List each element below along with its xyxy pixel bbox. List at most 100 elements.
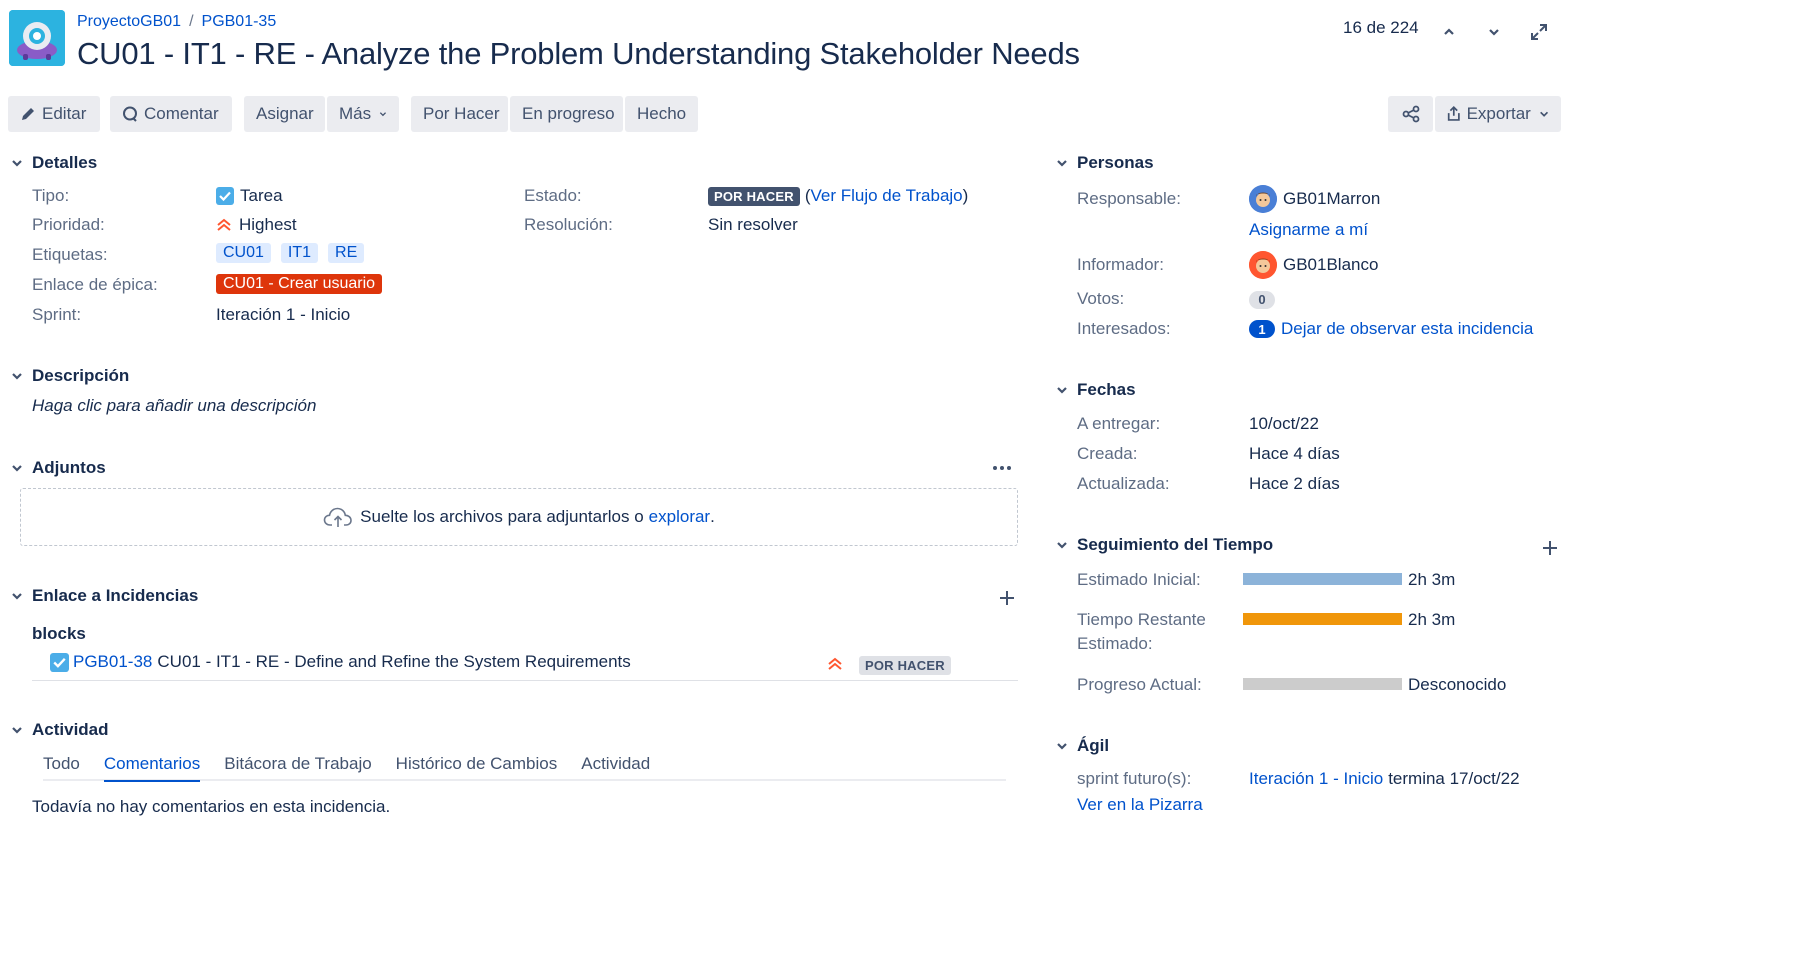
linked-issue-status: POR HACER (859, 655, 951, 675)
previous-issue-icon[interactable] (1435, 18, 1463, 46)
epic-link-value: CU01 - Crear usuario (216, 274, 383, 294)
reporter-value[interactable]: GB01Blanco (1249, 251, 1378, 279)
tab-all[interactable]: Todo (43, 754, 80, 782)
activity-heading: Actividad (32, 720, 109, 739)
log-work-add-icon[interactable] (1541, 539, 1559, 562)
in-progress-button[interactable]: En progreso (510, 96, 623, 132)
status-lozenge: POR HACER (708, 186, 800, 206)
attachment-dropzone[interactable]: Suelte los archivos para adjuntarlos o e… (20, 488, 1018, 546)
cloud-upload-icon (323, 507, 352, 527)
future-sprint-value: Iteración 1 - Inicio termina 17/oct/22 (1249, 769, 1520, 789)
breadcrumb-issue-link[interactable]: PGB01-35 (202, 13, 277, 31)
remaining-label-line-1: Tiempo Restante (1077, 610, 1206, 629)
future-sprints-label: sprint futuro(s): (1077, 769, 1192, 788)
sprint-link[interactable]: Iteración 1 - Inicio (1249, 769, 1383, 789)
edit-button[interactable]: Editar (8, 96, 100, 132)
activity-section-toggle[interactable]: Actividad (8, 720, 109, 740)
time-tracking-heading: Seguimiento del Tiempo (1077, 535, 1274, 554)
issue-links-section-toggle[interactable]: Enlace a Incidencias (8, 586, 198, 606)
status-label: Estado: (524, 186, 582, 205)
details-heading: Detalles (32, 153, 98, 172)
chevron-down-icon (8, 462, 26, 474)
tab-activity[interactable]: Actividad (581, 754, 650, 782)
link-divider (32, 680, 1018, 681)
issue-title[interactable]: CU01 - IT1 - RE - Analyze the Problem Un… (77, 36, 1080, 72)
created-label: Creada: (1077, 444, 1138, 463)
more-options-icon[interactable] (992, 458, 1012, 483)
export-icon (1447, 106, 1460, 121)
breadcrumb-separator: / (189, 13, 194, 30)
remaining-estimate-label: Tiempo Restante Estimado: (1077, 610, 1206, 654)
tab-comments[interactable]: Comentarios (103, 754, 201, 782)
more-button[interactable]: Más (327, 96, 399, 132)
in-progress-button-label: En progreso (522, 104, 615, 123)
assign-to-me-link[interactable]: Asignarme a mí (1249, 220, 1368, 240)
original-estimate-bar (1243, 573, 1402, 585)
original-estimate-track (1243, 573, 1402, 585)
export-button[interactable]: Exportar (1435, 96, 1561, 132)
label-tag[interactable]: RE (328, 243, 365, 263)
watchers-value: 1 Dejar de observar esta incidencia (1249, 319, 1533, 339)
status-value: POR HACER (Ver Flujo de Trabajo) (708, 186, 968, 206)
comment-button[interactable]: Comentar (110, 96, 232, 132)
watchers-label: Interesados: (1077, 319, 1171, 338)
details-section-toggle[interactable]: Detalles (8, 153, 97, 173)
pencil-icon (22, 108, 34, 120)
breadcrumb-project-link[interactable]: ProyectoGB01 (77, 13, 181, 31)
next-issue-icon[interactable] (1480, 18, 1508, 46)
linked-status-lozenge: POR HACER (859, 656, 951, 675)
votes-label: Votos: (1077, 289, 1125, 308)
chevron-down-icon (8, 724, 26, 736)
votes-badge[interactable]: 0 (1249, 289, 1275, 309)
dates-section-toggle[interactable]: Fechas (1053, 380, 1136, 400)
dates-heading: Fechas (1077, 380, 1136, 399)
done-button[interactable]: Hecho (625, 96, 698, 132)
activity-tabs: Todo Comentarios Bitácora de Trabajo His… (43, 754, 650, 782)
linked-issue-key[interactable]: PGB01-38 (73, 652, 152, 672)
labels-label: Etiquetas: (32, 245, 108, 264)
browse-files-link[interactable]: explorar (649, 507, 710, 527)
project-avatar[interactable] (9, 10, 65, 66)
watchers-count[interactable]: 1 (1249, 320, 1275, 338)
reporter-name: GB01Blanco (1283, 255, 1379, 274)
label-tag[interactable]: IT1 (280, 243, 319, 263)
remaining-estimate-track (1243, 613, 1402, 625)
stop-watching-link[interactable]: Dejar de observar esta incidencia (1281, 319, 1533, 339)
edit-button-label: Editar (42, 104, 87, 123)
agile-section-toggle[interactable]: Ágil (1053, 736, 1109, 756)
chevron-down-icon (1053, 384, 1071, 396)
label-tag[interactable]: CU01 (216, 243, 271, 263)
view-on-board-link[interactable]: Ver en la Pizarra (1077, 795, 1203, 815)
tab-work-log[interactable]: Bitácora de Trabajo (224, 754, 371, 782)
view-workflow-link[interactable]: Ver Flujo de Trabajo (810, 186, 962, 206)
priority-text: Highest (239, 215, 297, 234)
people-section-toggle[interactable]: Personas (1053, 153, 1154, 173)
labels-list: CU01 IT1 RE (216, 243, 374, 263)
breadcrumb: ProyectoGB01 / PGB01-35 (77, 13, 276, 31)
dropzone-period: . (710, 507, 715, 526)
expand-icon[interactable] (1525, 18, 1553, 46)
dropzone-text: Suelte los archivos para adjuntarlos o (360, 507, 644, 526)
updated-label: Actualizada: (1077, 474, 1170, 493)
to-do-button[interactable]: Por Hacer (411, 96, 508, 132)
description-section-toggle[interactable]: Descripción (8, 366, 129, 386)
assignee-value[interactable]: GB01Marron (1249, 185, 1380, 213)
assign-button[interactable]: Asignar (244, 96, 325, 132)
share-button[interactable] (1388, 96, 1433, 132)
to-do-button-label: Por Hacer (423, 104, 500, 123)
tab-history[interactable]: Histórico de Cambios (396, 754, 558, 782)
sprint-end-text: termina 17/oct/22 (1388, 769, 1520, 788)
more-button-label: Más (339, 104, 372, 123)
description-placeholder[interactable]: Haga clic para añadir una descripción (32, 396, 316, 416)
attachments-section-toggle[interactable]: Adjuntos (8, 458, 106, 478)
share-icon (1402, 105, 1419, 123)
priority-value: Highest (216, 215, 297, 235)
chevron-down-icon (8, 157, 26, 169)
time-tracking-section-toggle[interactable]: Seguimiento del Tiempo (1053, 535, 1273, 555)
epic-lozenge[interactable]: CU01 - Crear usuario (216, 274, 383, 294)
no-comments-text: Todavía no hay comentarios en esta incid… (32, 797, 391, 816)
agile-heading: Ágil (1077, 736, 1110, 755)
chevron-down-icon (1053, 157, 1071, 169)
original-estimate-value: 2h 3m (1408, 570, 1456, 589)
add-link-icon[interactable] (998, 589, 1016, 612)
